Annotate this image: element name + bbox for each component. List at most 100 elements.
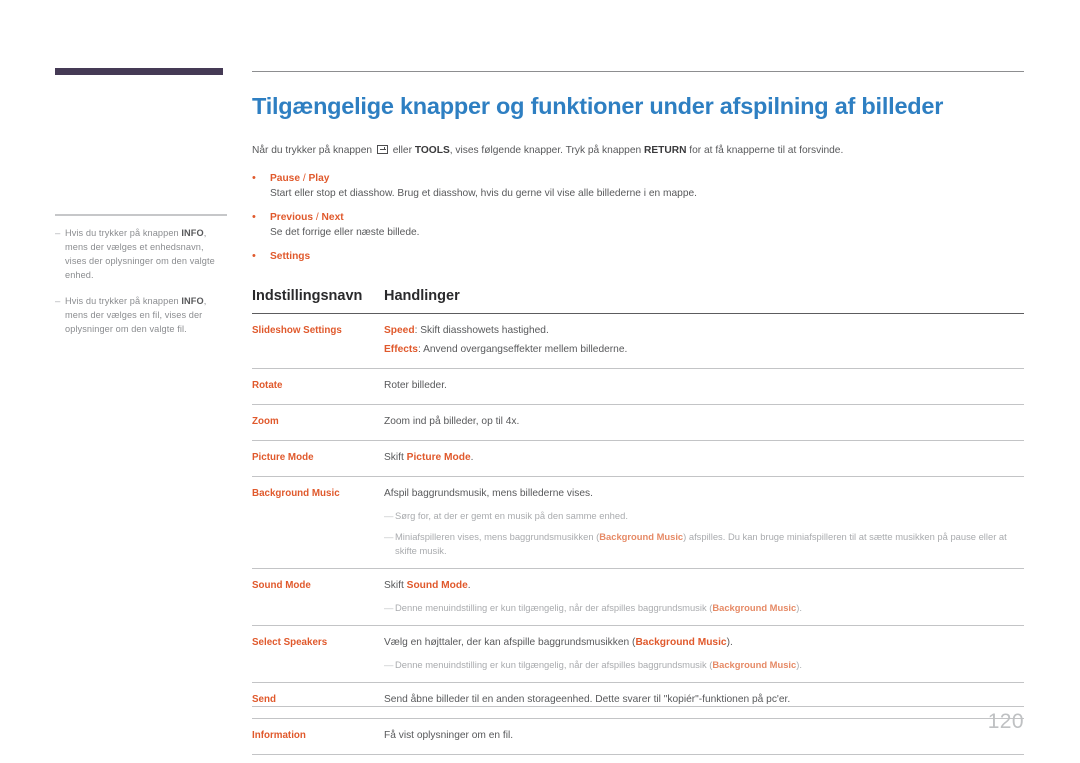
note-highlight: Background Music: [712, 659, 797, 670]
enter-key-icon: [376, 145, 388, 154]
table-header-row: Indstillingsnavn Handlinger: [252, 288, 1024, 314]
sidebar-note-text: Hvis du trykker på knappen INFO, mens de…: [65, 296, 207, 334]
action-line: Speed: Skift diasshowets hastighed.: [384, 325, 549, 336]
sidebar-notes: – Hvis du trykker på knappen INFO, mens d…: [55, 214, 227, 348]
intro-paragraph: Når du trykker på knappen eller TOOLS, v…: [252, 143, 1024, 158]
setting-action-cell: Skift Picture Mode.: [384, 440, 1024, 477]
note-highlight: Background Music: [712, 602, 797, 613]
info-key-label: INFO: [181, 228, 204, 238]
setting-name-cell: Slideshow Settings: [252, 313, 384, 369]
intro-text-mid-1: eller: [389, 145, 415, 156]
intro-text-tail: for at få knapperne til at forsvinde.: [686, 145, 844, 156]
table-row: Select Speakers Vælg en højttaler, der ka…: [252, 625, 1024, 683]
bullet-dot-icon: •: [252, 250, 256, 262]
action-line: Roter billeder.: [384, 380, 447, 391]
intro-text-mid-2: , vises følgende knapper. Tryk på knappe…: [449, 145, 644, 156]
settings-table-body: Slideshow Settings Speed: Skift diasshowe…: [252, 313, 1024, 755]
table-row: Zoom Zoom ind på billeder, op til 4x.: [252, 404, 1024, 441]
setting-action-cell: Vælg en højttaler, der kan afspille bagg…: [384, 625, 1024, 683]
action-highlight: Picture Mode: [406, 452, 471, 463]
action-subnote: — Denne menuindstilling er kun tilgængeli…: [384, 601, 1024, 615]
action-subnote: — Miniafspilleren vises, mens baggrundsmu…: [384, 530, 1024, 558]
sidebar-divider: [55, 214, 227, 216]
action-line: Zoom ind på billeder, op til 4x.: [384, 416, 520, 427]
subnote-dash-icon: —: [384, 602, 394, 613]
main-content: Tilgængelige knapper og funktioner under…: [252, 92, 1024, 755]
action-highlight: Background Music: [635, 637, 727, 648]
table-row: Background Music Afspil baggrundsmusik, m…: [252, 476, 1024, 569]
bullet-title-primary: Pause: [270, 173, 301, 184]
subnote-dash-icon: —: [384, 531, 394, 542]
feature-bullet-item: • Settings: [252, 249, 1024, 264]
action-subnote: — Sørg for, at der er gemt en musik på de…: [384, 509, 1024, 523]
setting-name-cell: Sound Mode: [252, 568, 384, 626]
note-dash-icon: –: [55, 228, 61, 239]
subnote-text: Miniafspilleren vises, mens baggrundsmus…: [395, 531, 1007, 556]
bullet-title: Pause / Play: [270, 171, 329, 186]
setting-action-cell: Speed: Skift diasshowets hastighed. Effec…: [384, 313, 1024, 369]
settings-table: Indstillingsnavn Handlinger Slideshow Se…: [252, 288, 1024, 755]
page-footer: 120: [252, 706, 1024, 735]
feature-bullet-list: • Pause / Play Start eller stop et diassho…: [252, 171, 1024, 264]
table-row: Picture Mode Skift Picture Mode.: [252, 440, 1024, 477]
note-highlight: Background Music: [599, 531, 684, 542]
bullet-heading: • Previous / Next: [252, 210, 1024, 225]
action-line: Skift Sound Mode.: [384, 580, 471, 591]
action-subnote: — Denne menuindstilling er kun tilgængeli…: [384, 658, 1024, 672]
action-line: Effects: Anvend overgangseffekter mellem…: [384, 344, 628, 355]
decorative-corner-bar: [55, 68, 223, 75]
setting-name-cell: Picture Mode: [252, 440, 384, 477]
setting-action-cell: Afspil baggrundsmusik, mens billederne v…: [384, 476, 1024, 569]
setting-action-cell: Skift Sound Mode. — Denne menuindstilling …: [384, 568, 1024, 626]
action-highlight: Sound Mode: [406, 580, 468, 591]
manual-page: – Hvis du trykker på knappen INFO, mens d…: [0, 0, 1080, 763]
page-number: 120: [987, 710, 1024, 733]
return-key-label: RETURN: [643, 145, 687, 156]
subnote-text: Denne menuindstilling er kun tilgængelig…: [395, 602, 802, 613]
bullet-title-secondary: Play: [308, 173, 330, 184]
feature-bullet-item: • Pause / Play Start eller stop et diassho…: [252, 171, 1024, 202]
settings-table-head: Indstillingsnavn Handlinger: [252, 288, 1024, 314]
sidebar-note-list: – Hvis du trykker på knappen INFO, mens d…: [55, 226, 227, 336]
setting-name-cell: Select Speakers: [252, 625, 384, 683]
note-dash-icon: –: [55, 296, 61, 307]
bullet-description: Start eller stop et diasshow. Brug et di…: [270, 188, 697, 199]
bullet-title-separator: /: [313, 212, 322, 223]
subnote-text: Denne menuindstilling er kun tilgængelig…: [395, 659, 802, 670]
subnote-dash-icon: —: [384, 659, 394, 670]
bullet-title-separator: /: [300, 173, 309, 184]
setting-name-cell: Rotate: [252, 368, 384, 405]
table-row: Sound Mode Skift Sound Mode. — Denne menuin…: [252, 568, 1024, 626]
bullet-title: Previous / Next: [270, 210, 344, 225]
setting-action-cell: Roter billeder.: [384, 368, 1024, 405]
intro-text-before: Når du trykker på knappen: [252, 145, 373, 156]
action-line: Skift Picture Mode.: [384, 452, 474, 463]
bullet-title: Settings: [270, 249, 310, 264]
bullet-title-primary: Previous: [270, 212, 314, 223]
setting-name-cell: Zoom: [252, 404, 384, 441]
tools-key-label: TOOLS: [414, 145, 450, 156]
bullet-heading: • Settings: [252, 249, 1024, 264]
sidebar-note: – Hvis du trykker på knappen INFO, mens d…: [55, 226, 227, 282]
header-rule: [252, 71, 1024, 72]
subnote-text: Sørg for, at der er gemt en musik på den…: [395, 510, 628, 521]
info-key-label: INFO: [181, 296, 204, 306]
table-row: Slideshow Settings Speed: Skift diasshowe…: [252, 313, 1024, 369]
column-header-name: Indstillingsnavn: [252, 288, 384, 314]
bullet-dot-icon: •: [252, 211, 256, 223]
action-highlight: Speed: [384, 325, 415, 336]
bullet-description: Se det forrige eller næste billede.: [270, 227, 420, 238]
action-highlight: Effects: [384, 344, 418, 355]
feature-bullet-item: • Previous / Next Se det forrige eller næs…: [252, 210, 1024, 241]
column-header-action: Handlinger: [384, 288, 1024, 314]
bullet-title-primary: Settings: [270, 251, 311, 262]
setting-name-cell: Background Music: [252, 476, 384, 569]
sidebar-note-text: Hvis du trykker på knappen INFO, mens de…: [65, 228, 215, 280]
table-row: Rotate Roter billeder.: [252, 368, 1024, 405]
page-title: Tilgængelige knapper og funktioner under…: [252, 93, 944, 119]
bullet-title-secondary: Next: [321, 212, 344, 223]
setting-action-cell: Zoom ind på billeder, op til 4x.: [384, 404, 1024, 441]
sidebar-note: – Hvis du trykker på knappen INFO, mens d…: [55, 294, 227, 336]
subnote-dash-icon: —: [384, 510, 394, 521]
action-line: Vælg en højttaler, der kan afspille bagg…: [384, 637, 733, 648]
